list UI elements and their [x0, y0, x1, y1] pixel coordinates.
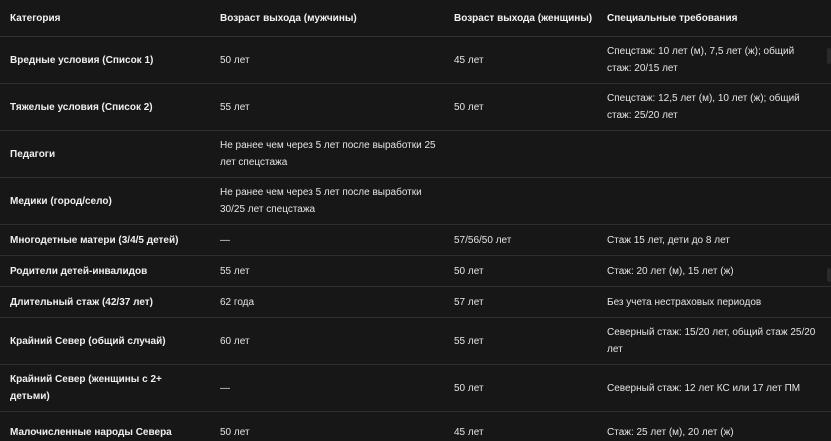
cell-requirements: Стаж: 20 лет (м), 15 лет (ж) — [597, 255, 831, 287]
cell-men-age: Не ранее чем через 5 лет после выработки… — [210, 130, 444, 178]
cell-requirements: Без учета нестраховых периодов — [597, 286, 831, 318]
cell-women-age: 57 лет — [444, 286, 597, 318]
cell-men-age: — — [210, 364, 444, 412]
cell-men-age: 55 лет — [210, 83, 444, 131]
cell-men-age: — — [210, 224, 444, 256]
cell-category: Длительный стаж (42/37 лет) — [0, 286, 210, 318]
cell-category: Крайний Север (женщины с 2+ детьми) — [0, 364, 210, 412]
cell-women-age — [444, 177, 597, 225]
cell-women-age: 45 лет — [444, 411, 597, 441]
cell-men-age: 55 лет — [210, 255, 444, 287]
cell-category: Медики (город/село) — [0, 177, 210, 225]
scroll-indicator[interactable] — [827, 268, 831, 282]
cell-category: Родители детей-инвалидов — [0, 255, 210, 287]
table-row: Длительный стаж (42/37 лет) 62 года 57 л… — [0, 286, 831, 318]
cell-category: Вредные условия (Список 1) — [0, 36, 210, 84]
cell-men-age: 60 лет — [210, 317, 444, 365]
header-requirements: Специальные требования — [597, 0, 831, 37]
cell-requirements: Северный стаж: 12 лет КС или 17 лет ПМ — [597, 364, 831, 412]
cell-men-age: 50 лет — [210, 411, 444, 441]
table-row: Родители детей-инвалидов 55 лет 50 лет С… — [0, 255, 831, 287]
table-row: Крайний Север (общий случай) 60 лет 55 л… — [0, 317, 831, 365]
table-row: Малочисленные народы Севера 50 лет 45 ле… — [0, 411, 831, 441]
cell-women-age: 50 лет — [444, 364, 597, 412]
cell-category: Многодетные матери (3/4/5 детей) — [0, 224, 210, 256]
cell-requirements — [597, 130, 831, 178]
cell-category: Педагоги — [0, 130, 210, 178]
cell-men-age: 62 года — [210, 286, 444, 318]
table-row: Крайний Север (женщины с 2+ детьми) — 50… — [0, 364, 831, 412]
table-row: Педагоги Не ранее чем через 5 лет после … — [0, 130, 831, 178]
cell-women-age: 45 лет — [444, 36, 597, 84]
cell-men-age: 50 лет — [210, 36, 444, 84]
cell-requirements: Северный стаж: 15/20 лет, общий стаж 25/… — [597, 317, 831, 365]
table-row: Вредные условия (Список 1) 50 лет 45 лет… — [0, 36, 831, 84]
table-row: Медики (город/село) Не ранее чем через 5… — [0, 177, 831, 225]
cell-women-age: 55 лет — [444, 317, 597, 365]
cell-category: Тяжелые условия (Список 2) — [0, 83, 210, 131]
cell-category: Крайний Север (общий случай) — [0, 317, 210, 365]
cell-women-age: 57/56/50 лет — [444, 224, 597, 256]
scroll-indicator[interactable] — [827, 48, 831, 64]
cell-category: Малочисленные народы Севера — [0, 411, 210, 441]
table-row: Тяжелые условия (Список 2) 55 лет 50 лет… — [0, 83, 831, 131]
cell-requirements: Стаж: 25 лет (м), 20 лет (ж) — [597, 411, 831, 441]
header-category: Категория — [0, 0, 210, 37]
header-women-age: Возраст выхода (женщины) — [444, 0, 597, 37]
chat-table-viewport: Категория Возраст выхода (мужчины) Возра… — [0, 0, 831, 441]
cell-women-age — [444, 130, 597, 178]
header-men-age: Возраст выхода (мужчины) — [210, 0, 444, 37]
cell-women-age: 50 лет — [444, 255, 597, 287]
table-header-row: Категория Возраст выхода (мужчины) Возра… — [0, 0, 831, 37]
cell-requirements: Спецстаж: 12,5 лет (м), 10 лет (ж); общи… — [597, 83, 831, 131]
cell-requirements: Спецстаж: 10 лет (м), 7,5 лет (ж); общий… — [597, 36, 831, 84]
pension-age-table: Категория Возраст выхода (мужчины) Возра… — [0, 0, 831, 441]
cell-requirements — [597, 177, 831, 225]
cell-men-age: Не ранее чем через 5 лет после выработки… — [210, 177, 444, 225]
cell-requirements: Стаж 15 лет, дети до 8 лет — [597, 224, 831, 256]
table-row: Многодетные матери (3/4/5 детей) — 57/56… — [0, 224, 831, 256]
cell-women-age: 50 лет — [444, 83, 597, 131]
